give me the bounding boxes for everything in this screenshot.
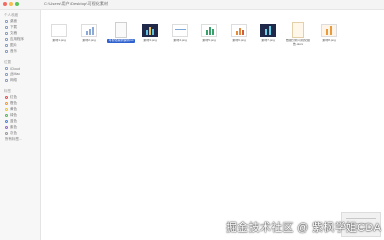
image-thumbnail — [231, 24, 247, 37]
applications-icon — [5, 38, 8, 41]
file-item[interactable]: 素材4.png — [168, 22, 192, 56]
image-thumbnail — [51, 24, 67, 37]
image-thumbnail — [142, 24, 158, 37]
image-thumbnail — [172, 24, 188, 37]
file-name: 素材2.png — [82, 39, 96, 42]
tag-dot-icon — [5, 120, 8, 123]
sidebar-item-label: 灰色 — [10, 131, 17, 135]
file-name: 素材1.png — [52, 39, 66, 42]
file-name: 素材4.png — [173, 39, 187, 42]
file-item[interactable]: 素材7.png — [256, 22, 280, 56]
sidebar-item-label: 橙色 — [10, 101, 17, 105]
sidebar-heading-tags: 标签 — [4, 89, 11, 93]
file-item[interactable]: 素材5.png — [197, 22, 221, 56]
sidebar-item-label: 桌面 — [10, 19, 17, 23]
file-name: 可视化案例说明.txt — [107, 39, 135, 43]
file-item[interactable]: 素材3.png — [138, 22, 162, 56]
tag-dot-icon — [5, 114, 8, 117]
music-icon — [5, 50, 8, 53]
sidebar-tag-blue[interactable]: 蓝色 — [5, 119, 17, 124]
sidebar-item-pictures[interactable]: 图片 — [5, 43, 17, 48]
maximize-window-button[interactable] — [15, 2, 19, 6]
window-titlebar: C:\Users\用户\Desktop\可视化素材 — [0, 0, 384, 10]
sidebar-tag-all[interactable]: 所有标签… — [5, 137, 23, 142]
image-thumbnail — [260, 24, 276, 37]
sidebar-item-label: 文稿 — [10, 31, 17, 35]
sidebar-item-downloads[interactable]: 下载 — [5, 25, 17, 30]
sidebar-item-desktop[interactable]: 桌面 — [5, 19, 17, 24]
sidebar-item-label: 应用程序 — [10, 37, 24, 41]
window-path-title: C:\Users\用户\Desktop\可视化素材 — [44, 1, 109, 6]
sidebar-heading-locations: 位置 — [4, 60, 11, 64]
sidebar-item-label: 此Mac — [10, 72, 21, 76]
file-name: 素材7.png — [261, 39, 275, 42]
file-name: 素材3.png — [143, 39, 157, 42]
file-name: 素材5.png — [202, 39, 216, 42]
sidebar-tag-orange[interactable]: 橙色 — [5, 101, 17, 106]
pictures-icon — [5, 44, 8, 47]
file-name: 素材8.png — [322, 39, 336, 42]
sidebar-item-label: 黄色 — [10, 107, 17, 111]
sidebar-item-label: 音乐 — [10, 49, 17, 53]
tag-dot-icon — [5, 132, 8, 135]
sidebar-item-label: 所有标签… — [5, 137, 23, 141]
sidebar-item-label: 蓝色 — [10, 119, 17, 123]
document-icon — [5, 32, 8, 35]
sidebar-heading-favorites: 个人收藏 — [4, 13, 18, 17]
sidebar-item-label: 紫色 — [10, 125, 17, 129]
folder-icon — [5, 20, 8, 23]
sidebar-item-documents[interactable]: 文稿 — [5, 31, 17, 36]
image-thumbnail — [201, 24, 217, 37]
sidebar-tag-gray[interactable]: 灰色 — [5, 131, 17, 136]
sidebar-tag-yellow[interactable]: 黄色 — [5, 107, 17, 112]
tag-dot-icon — [5, 102, 8, 105]
file-name: 数据分析可视化报告.docx — [285, 39, 310, 46]
image-thumbnail — [81, 24, 97, 37]
image-thumbnail — [321, 24, 337, 37]
tag-dot-icon — [5, 108, 8, 111]
watermark-text: 掘金技术社区 @ 紫枫学姐CDA — [226, 222, 382, 234]
document-thumbnail — [292, 22, 304, 38]
sidebar-item-label: iCloud — [10, 66, 20, 71]
cloud-icon — [5, 67, 8, 70]
file-grid: 素材1.png 素材2.png 可视化案例说明.txt 素材3.png 素材4.… — [41, 10, 384, 240]
tag-dot-icon — [5, 126, 8, 129]
sidebar-item-label: 图片 — [10, 43, 17, 47]
sidebar-item-applications[interactable]: 应用程序 — [5, 37, 24, 42]
file-item[interactable]: 素材1.png — [47, 22, 71, 56]
sidebar-tag-green[interactable]: 绿色 — [5, 113, 17, 118]
sidebar-item-label: 绿色 — [10, 113, 17, 117]
sidebar-item-network[interactable]: 网络 — [5, 78, 17, 83]
sidebar-item-label: 下载 — [10, 25, 17, 29]
file-item-selected[interactable]: 可视化案例说明.txt — [107, 22, 135, 56]
sidebar-item-music[interactable]: 音乐 — [5, 49, 17, 54]
network-icon — [5, 79, 8, 82]
file-item[interactable]: 素材8.png — [317, 22, 341, 56]
sidebar-tag-purple[interactable]: 紫色 — [5, 125, 17, 130]
computer-icon — [5, 73, 8, 76]
sidebar-item-icloud[interactable]: iCloud — [5, 66, 20, 71]
file-item[interactable]: 数据分析可视化报告.docx — [286, 22, 310, 56]
sidebar-item-this-mac[interactable]: 此Mac — [5, 72, 20, 77]
sidebar-item-label: 红色 — [10, 95, 17, 99]
file-name: 素材6.png — [232, 39, 246, 42]
sidebar-tag-red[interactable]: 红色 — [5, 95, 17, 100]
file-item[interactable]: 素材6.png — [227, 22, 251, 56]
finder-sidebar: 个人收藏 桌面 下载 文稿 应用程序 图片 音乐 位置 iCloud 此Mac … — [0, 10, 41, 240]
tag-dot-icon — [5, 96, 8, 99]
close-window-button[interactable] — [3, 2, 7, 6]
minimize-window-button[interactable] — [9, 2, 13, 6]
download-icon — [5, 26, 8, 29]
sidebar-item-label: 网络 — [10, 78, 17, 82]
document-thumbnail — [115, 22, 127, 38]
file-item[interactable]: 素材2.png — [77, 22, 101, 56]
